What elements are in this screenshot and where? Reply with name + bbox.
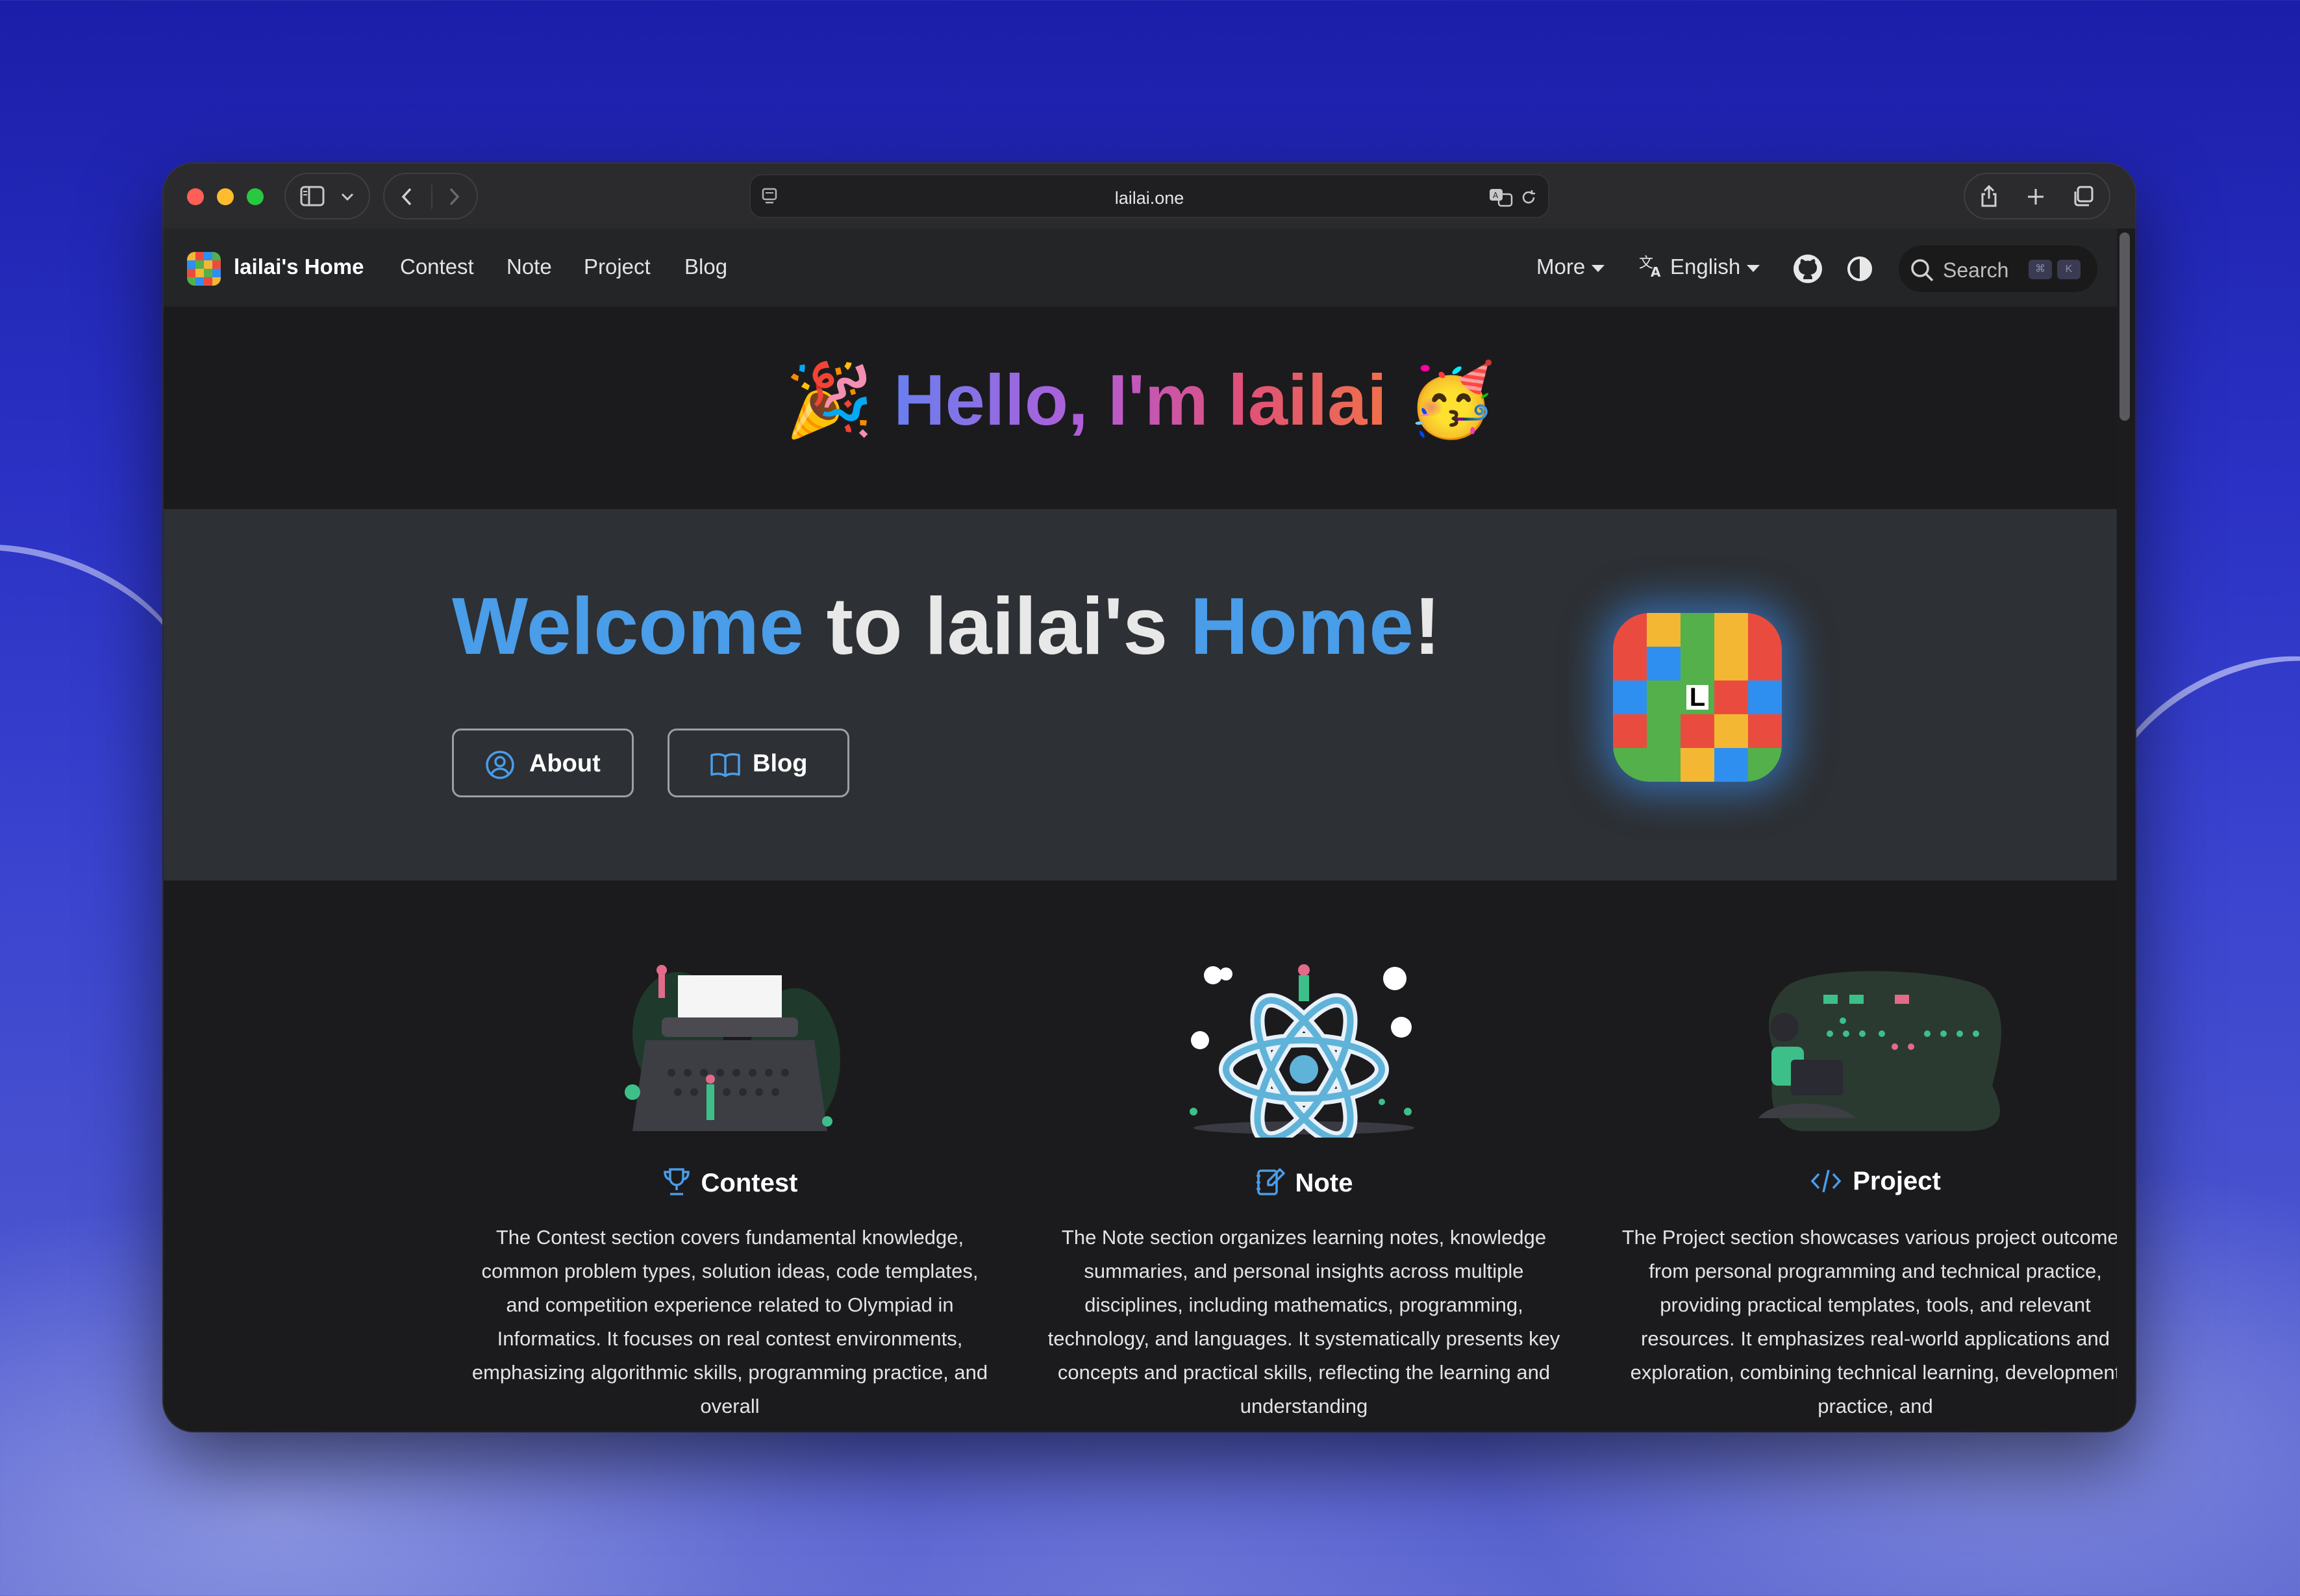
language-label: English — [1670, 255, 1741, 279]
caret-down-icon — [1592, 264, 1605, 272]
greeting-text: Hello, I'm lailai — [894, 360, 1387, 440]
minimize-window-button[interactable] — [217, 188, 234, 205]
zoom-window-button[interactable] — [247, 188, 264, 205]
nav-link-note[interactable]: Note — [506, 255, 552, 279]
search-box[interactable]: Search ⌘ K — [1899, 245, 2097, 292]
github-icon[interactable] — [1792, 253, 1823, 284]
nav-link-blog[interactable]: Blog — [684, 255, 727, 279]
search-icon — [1911, 259, 1934, 282]
reload-icon[interactable] — [1519, 188, 1538, 206]
feature-desc-contest: The Contest section covers fundamental k… — [471, 1226, 988, 1417]
address-bar[interactable]: lailai.one A — [749, 174, 1549, 218]
book-icon — [710, 753, 740, 777]
translate-icon[interactable]: A — [1488, 187, 1514, 208]
tabs-icon[interactable] — [2071, 186, 2095, 208]
about-button[interactable]: About — [452, 729, 634, 797]
nav-link-contest[interactable]: Contest — [400, 255, 474, 279]
share-icon[interactable] — [1979, 183, 1999, 209]
trophy-icon — [663, 1168, 690, 1195]
site-brand[interactable]: lailai's Home — [234, 255, 364, 279]
history-nav — [383, 173, 478, 219]
user-circle-icon — [486, 751, 514, 779]
welcome-middle: to lailai's — [804, 582, 1190, 671]
feature-desc-note: The Note section organizes learning note… — [1047, 1226, 1560, 1417]
site-logo[interactable] — [187, 252, 221, 286]
typewriter-illustration — [625, 965, 840, 1131]
code-icon — [1810, 1169, 1842, 1193]
welcome-home-word: Home — [1190, 582, 1414, 671]
back-icon[interactable] — [400, 187, 414, 206]
site-navbar: lailai's Home Contest Note Project Blog … — [164, 229, 2117, 306]
blog-button[interactable]: Blog — [668, 729, 849, 797]
more-dropdown[interactable]: More — [1536, 255, 1605, 279]
react-atom-illustration — [1190, 964, 1414, 1138]
contest-title: Contest — [701, 1169, 798, 1197]
hero-logo: L — [1613, 613, 1782, 782]
feature-title-contest: Contest — [470, 1167, 990, 1198]
page-scrollbar[interactable] — [2119, 232, 2130, 421]
party-popper-icon: 🎉 — [784, 358, 874, 442]
language-dropdown[interactable]: 文 A English — [1639, 255, 1760, 280]
search-placeholder: Search — [1943, 258, 2009, 282]
project-title: Project — [1853, 1167, 1941, 1195]
svg-text:A: A — [1493, 191, 1499, 200]
page-content: 🎉 Hello, I'm lailai 🥳 Welcome to lailai'… — [164, 306, 2117, 1431]
welcome-heading: Welcome to lailai's Home! — [452, 580, 1441, 673]
sidebar-icon — [300, 186, 325, 206]
shortcut-key-cmd: ⌘ — [2029, 260, 2052, 279]
url-text: lailai.one — [1114, 188, 1184, 208]
translate-lang-icon: 文 A — [1639, 255, 1661, 280]
welcome-exclamation: ! — [1414, 582, 1441, 671]
note-title: Note — [1295, 1169, 1353, 1197]
chevron-down-icon[interactable] — [340, 192, 355, 201]
shortcut-key-k: K — [2057, 260, 2081, 279]
theme-toggle-icon[interactable] — [1845, 255, 1874, 283]
welcome-word: Welcome — [452, 582, 805, 671]
tab-controls — [1964, 173, 2110, 219]
about-label: About — [529, 750, 601, 777]
feature-title-project: Project — [1616, 1167, 2117, 1196]
nav-link-project[interactable]: Project — [584, 255, 651, 279]
forward-icon[interactable] — [447, 187, 461, 206]
more-label: More — [1536, 255, 1586, 279]
caret-down-icon — [1747, 264, 1760, 272]
edit-note-icon — [1256, 1168, 1285, 1195]
browser-toolbar: lailai.one A — [164, 164, 2135, 229]
plus-icon[interactable] — [2026, 187, 2045, 206]
blog-label: Blog — [753, 750, 808, 777]
feature-desc-project: The Project section showcases various pr… — [1621, 1226, 2117, 1417]
feature-title-note: Note — [1044, 1167, 1564, 1198]
partying-face-icon: 🥳 — [1406, 358, 1496, 442]
hero-banner: Welcome to lailai's Home! About Blog L — [164, 509, 2117, 880]
greeting-heading: 🎉 Hello, I'm lailai 🥳 — [164, 358, 2117, 442]
close-window-button[interactable] — [187, 188, 204, 205]
developer-illustration — [1758, 971, 2001, 1131]
svg-text:A: A — [1651, 264, 1661, 278]
sidebar-toggle-button[interactable] — [284, 173, 370, 219]
browser-window: lailai.one A lailai's Home Contest Note … — [164, 164, 2135, 1431]
